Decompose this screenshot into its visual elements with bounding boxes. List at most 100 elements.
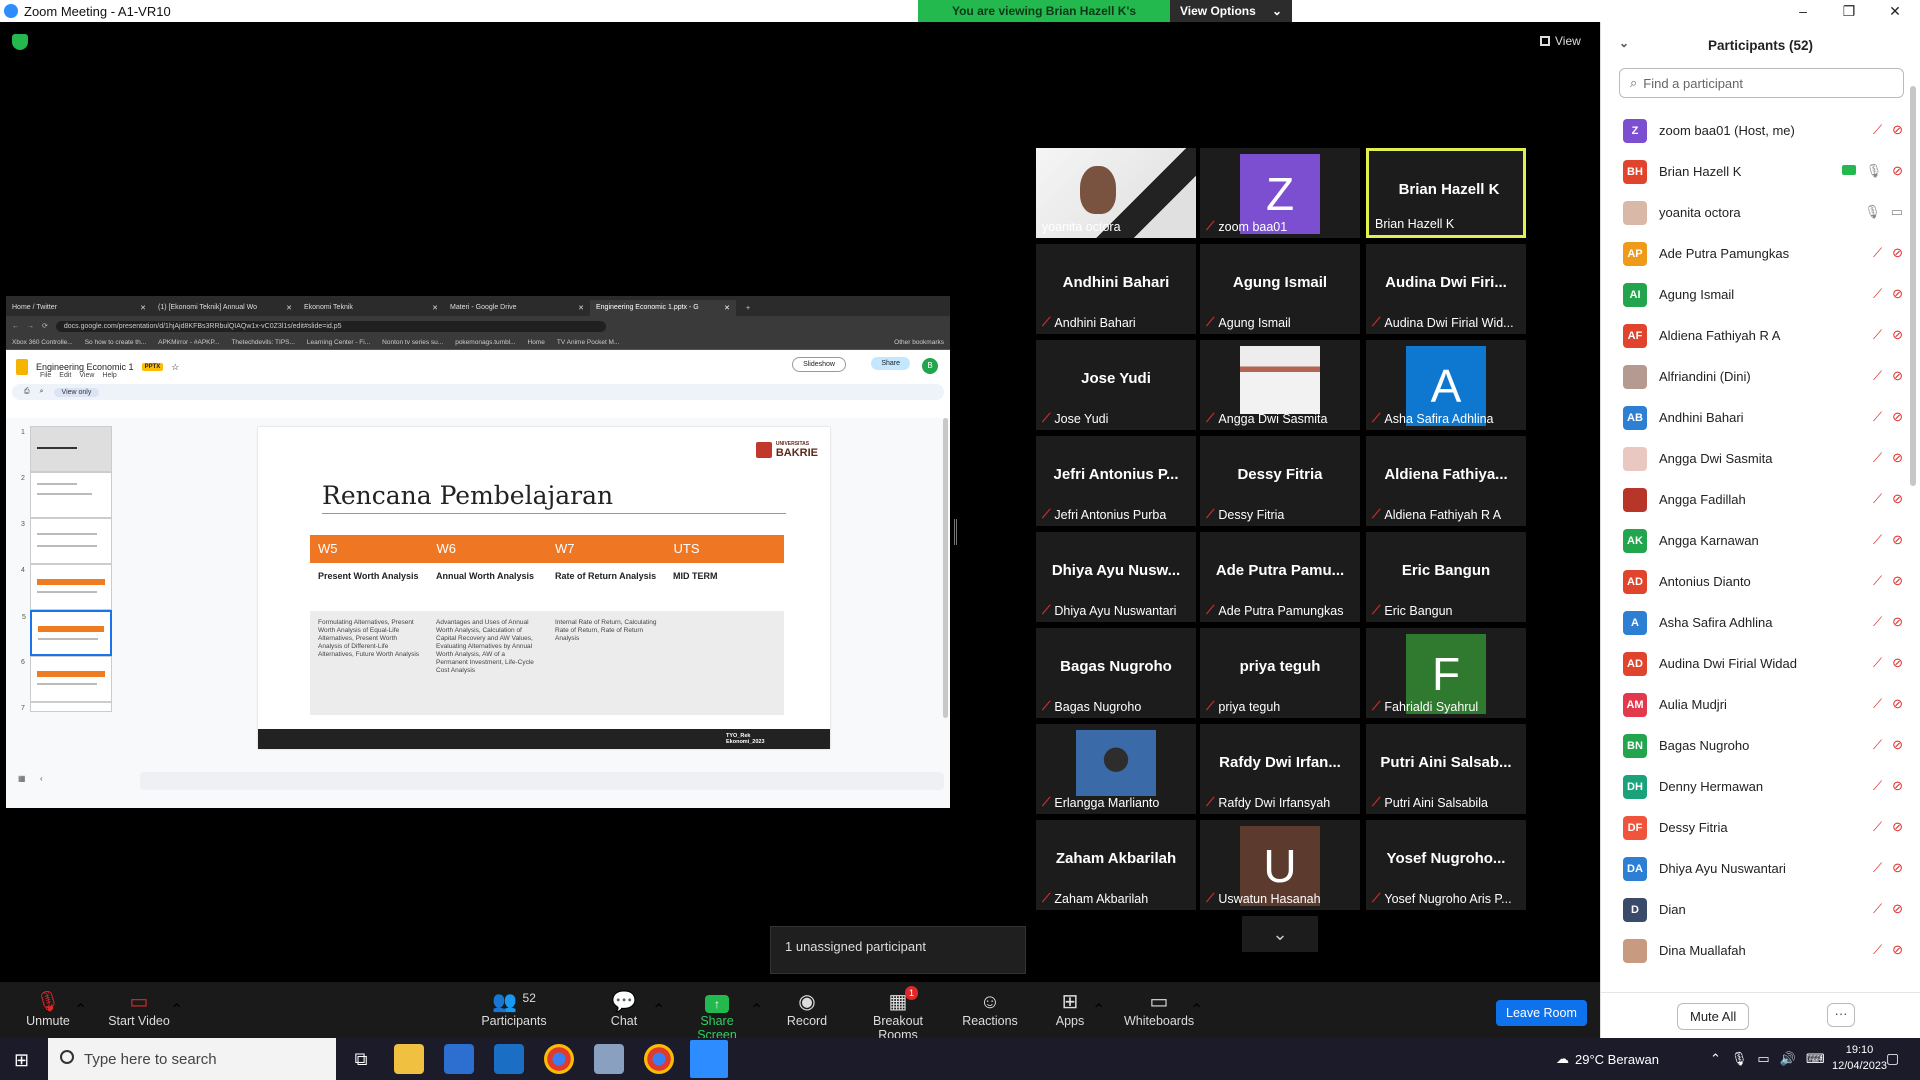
participant-row[interactable]: DH Denny Hermawan ⟋ ⊘ <box>1601 766 1913 807</box>
participant-video-tile[interactable]: Rafdy Dwi Irfan... ⟋ Rafdy Dwi Irfansyah <box>1200 724 1360 814</box>
participant-video-tile[interactable]: ⟋ Erlangga Marlianto <box>1036 724 1196 814</box>
participant-video-tile[interactable]: Andhini Bahari ⟋ Andhini Bahari <box>1036 244 1196 334</box>
print-icon[interactable]: ⎙ <box>24 388 30 396</box>
participant-row[interactable]: Zzoom baa01 (Host, me) ⟋ ⊘ <box>1601 110 1913 151</box>
close-icon[interactable]: ✕ <box>140 304 146 312</box>
participant-video-tile[interactable]: F ⟋ Fahrialdi Syahrul <box>1366 628 1526 718</box>
slide-thumbnail[interactable]: 1 <box>21 426 112 472</box>
browser-tab[interactable]: Home / Twitter ✕ <box>6 300 152 316</box>
mail-icon[interactable] <box>494 1044 524 1074</box>
zoom-icon[interactable]: ⌕ <box>40 388 44 396</box>
participant-video-tile[interactable]: Brian Hazell K Brian Hazell K <box>1366 148 1526 238</box>
clock[interactable]: 19:10 12/04/2023 <box>1832 1042 1887 1074</box>
view-button[interactable]: View <box>1540 34 1581 48</box>
close-icon[interactable]: ✕ <box>578 304 584 312</box>
caret-up-icon[interactable]: ⌃ <box>1092 1000 1105 1020</box>
view-only-badge[interactable]: View only <box>53 387 100 397</box>
participant-video-tile[interactable]: U ⟋ Uswatun Hasanah <box>1200 820 1360 910</box>
security-shield-icon[interactable] <box>12 34 28 50</box>
participant-video-tile[interactable]: Ade Putra Pamu... ⟋ Ade Putra Pamungkas <box>1200 532 1360 622</box>
view-options-button[interactable]: View Options ⌄ <box>1170 0 1292 22</box>
participant-row[interactable]: Angga Fadillah ⟋ ⊘ <box>1601 479 1913 520</box>
slide-thumbnail[interactable]: 3 <box>21 518 112 564</box>
notifications-icon[interactable]: ▢ <box>1886 1050 1899 1067</box>
participant-row[interactable]: BH Brian Hazell K 🎙 ⊘ <box>1601 151 1913 192</box>
start-video-button[interactable]: ▭ Start Video <box>104 990 174 1028</box>
leave-room-button[interactable]: Leave Room <box>1496 1000 1587 1026</box>
chat-button[interactable]: 💬 Chat <box>606 990 642 1028</box>
slide-thumbnail-selected[interactable]: 5 <box>22 610 112 656</box>
bookmark[interactable]: Learning Center - Fi... <box>307 339 370 346</box>
bookmark[interactable]: So how to create th... <box>85 339 146 346</box>
forward-icon[interactable]: → <box>27 323 34 330</box>
chrome-icon[interactable] <box>544 1044 574 1074</box>
participant-video-tile[interactable]: Dhiya Ayu Nusw... ⟋ Dhiya Ayu Nuswantari <box>1036 532 1196 622</box>
network-icon[interactable]: ▭ <box>1757 1051 1769 1067</box>
caret-up-icon[interactable]: ⌃ <box>750 1000 763 1020</box>
bookmark[interactable]: Home <box>528 339 545 346</box>
mic-icon[interactable]: 🎙 <box>1731 1051 1748 1067</box>
share-screen-button[interactable]: ↑ Share Screen <box>680 990 754 1042</box>
participant-video-tile[interactable]: Agung Ismail ⟋ Agung Ismail <box>1200 244 1360 334</box>
slide-thumbnail[interactable]: 2 <box>21 472 112 518</box>
caret-up-icon[interactable]: ⌃ <box>170 1000 183 1020</box>
participant-row[interactable]: AI Agung Ismail ⟋ ⊘ <box>1601 274 1913 315</box>
participant-row[interactable]: AP Ade Putra Pamungkas ⟋ ⊘ <box>1601 233 1913 274</box>
participant-row[interactable]: AF Aldiena Fathiyah R A ⟋ ⊘ <box>1601 315 1913 356</box>
bookmark[interactable]: Nonton tv series su... <box>382 339 443 346</box>
browser-tab[interactable]: (1) [Ekonomi Teknik] Annual Wo ✕ <box>152 300 298 316</box>
menu-edit[interactable]: Edit <box>59 372 71 379</box>
more-options-button[interactable]: ··· <box>1827 1003 1855 1027</box>
participant-row[interactable]: yoanita octora 🎙 ▭ <box>1601 192 1913 233</box>
task-view-icon[interactable]: ⧉ <box>346 1044 376 1074</box>
bookmark[interactable]: Xbox 360 Controlle... <box>12 339 73 346</box>
back-icon[interactable]: ← <box>12 323 19 330</box>
close-icon[interactable]: ✕ <box>724 304 730 312</box>
browser-tab[interactable]: Materi - Google Drive ✕ <box>444 300 590 316</box>
caret-up-icon[interactable]: ⌃ <box>652 1000 665 1020</box>
doc-scrollbar[interactable] <box>943 418 948 718</box>
zoom-taskbar-icon[interactable] <box>690 1040 728 1078</box>
close-button[interactable]: ✕ <box>1872 0 1918 22</box>
bookmark[interactable]: Thetechdevils: TIPS... <box>231 339 294 346</box>
bookmark[interactable]: APKMirror - #APKP... <box>158 339 219 346</box>
doc-title[interactable]: Engineering Economic 1 <box>36 362 134 372</box>
split-handle[interactable] <box>954 519 957 545</box>
breakout-rooms-button[interactable]: ▦ 1 Breakout Rooms <box>852 986 944 1042</box>
mute-all-button[interactable]: Mute All <box>1677 1003 1750 1030</box>
participants-button[interactable]: 👥 52 Participants <box>476 990 552 1028</box>
unassigned-notice[interactable]: 1 unassigned participant <box>770 926 1026 974</box>
weather-widget[interactable]: ☁ 29°C Berawan <box>1556 1038 1659 1080</box>
participant-row[interactable]: AD Antonius Dianto ⟋ ⊘ <box>1601 561 1913 602</box>
participant-video-tile[interactable]: A ⟋ Asha Safira Adhlina <box>1366 340 1526 430</box>
participant-video-tile[interactable]: Yosef Nugroho... ⟋ Yosef Nugroho Aris P... <box>1366 820 1526 910</box>
whiteboards-button[interactable]: ▭ Whiteboards <box>1124 990 1194 1028</box>
participant-video-tile[interactable]: Jose Yudi ⟋ Jose Yudi <box>1036 340 1196 430</box>
participant-row[interactable]: A Asha Safira Adhlina ⟋ ⊘ <box>1601 602 1913 643</box>
participant-row[interactable]: D Dian ⟋ ⊘ <box>1601 889 1913 930</box>
chevron-down-icon[interactable]: ⌄ <box>1619 36 1629 50</box>
participant-video-tile[interactable]: Zaham Akbarilah ⟋ Zaham Akbarilah <box>1036 820 1196 910</box>
caret-up-icon[interactable]: ⌃ <box>1190 1000 1203 1020</box>
slide-thumbnail[interactable]: 6 <box>21 656 112 702</box>
windows-start-icon[interactable]: ⊞ <box>14 1050 29 1071</box>
participant-row[interactable]: Angga Dwi Sasmita ⟋ ⊘ <box>1601 438 1913 479</box>
browser-tab-active[interactable]: Engineering Economic 1.pptx - G ✕ <box>590 300 736 316</box>
file-explorer-icon[interactable] <box>394 1044 424 1074</box>
speaker-notes[interactable] <box>140 772 944 790</box>
gallery-next-button[interactable]: ⌄ <box>1242 916 1318 952</box>
participant-row[interactable]: AD Audina Dwi Firial Widad ⟋ ⊘ <box>1601 643 1913 684</box>
slideshow-button[interactable]: Slideshow <box>792 357 846 372</box>
caret-up-icon[interactable]: ⌃ <box>74 1000 87 1020</box>
participant-row[interactable]: AB Andhini Bahari ⟋ ⊘ <box>1601 397 1913 438</box>
app-icon[interactable] <box>594 1044 624 1074</box>
store-icon[interactable] <box>444 1044 474 1074</box>
maximize-button[interactable]: ❐ <box>1826 0 1872 22</box>
participant-row[interactable]: DF Dessy Fitria ⟋ ⊘ <box>1601 807 1913 848</box>
minimize-button[interactable]: – <box>1780 0 1826 22</box>
participant-row[interactable]: DA Dhiya Ayu Nuswantari ⟋ ⊘ <box>1601 848 1913 889</box>
chrome-profile-icon[interactable] <box>644 1044 674 1074</box>
star-icon[interactable]: ☆ <box>171 362 179 373</box>
participant-video-tile[interactable]: Aldiena Fathiya... ⟋ Aldiena Fathiyah R A <box>1366 436 1526 526</box>
reload-icon[interactable]: ⟳ <box>42 322 48 330</box>
